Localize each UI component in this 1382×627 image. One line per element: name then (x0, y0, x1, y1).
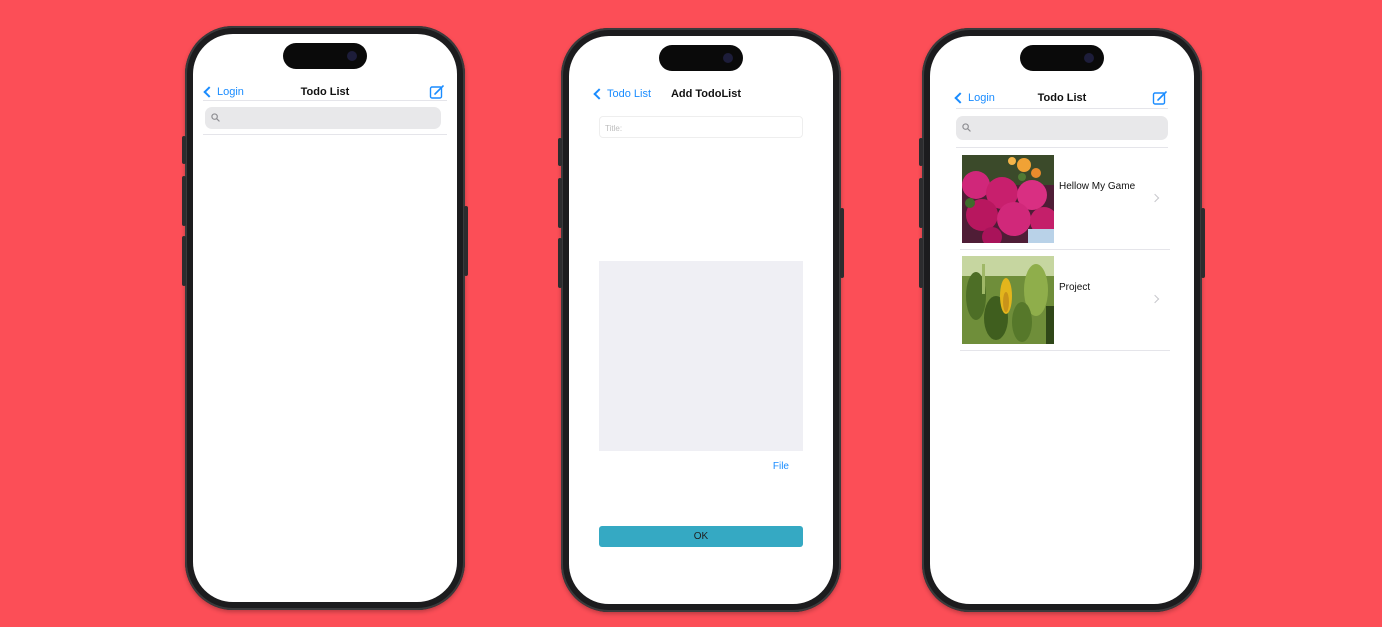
navigation-bar: Login Todo List (930, 86, 1194, 114)
image-placeholder[interactable] (599, 261, 803, 451)
list-item[interactable]: Hellow My Game (960, 149, 1170, 250)
phone-todo-list-items: Login Todo List Hellow My Game Project (919, 28, 1205, 612)
page-title: Add TodoList (670, 88, 742, 100)
list-item-label: Hellow My Game (1059, 181, 1136, 192)
search-icon (211, 113, 220, 122)
side-button (182, 176, 186, 226)
title-field[interactable]: Title: (599, 116, 803, 138)
compose-icon[interactable] (429, 84, 445, 100)
search-icon (962, 123, 971, 132)
compose-icon[interactable] (1152, 90, 1168, 106)
side-button (840, 208, 844, 278)
screen: Login Todo List (193, 34, 457, 602)
flower-photo (962, 155, 1054, 243)
navigation-bar: Todo List Add TodoList (569, 82, 833, 110)
side-button (558, 238, 562, 288)
file-button[interactable]: File (773, 461, 789, 472)
list-item-label: Project (1059, 282, 1091, 293)
navigation-bar: Login Todo List (193, 80, 457, 108)
side-button (919, 138, 923, 166)
dynamic-island (1020, 45, 1104, 71)
list-item[interactable]: Project (960, 250, 1170, 351)
side-button (1201, 208, 1205, 278)
search-input[interactable] (956, 116, 1168, 140)
side-button (182, 136, 186, 164)
phone-add-todolist: Todo List Add TodoList Title: File OK (558, 28, 844, 612)
phone-todo-list-empty: Login Todo List (182, 26, 468, 610)
page-title: Todo List (300, 86, 350, 98)
screen: Login Todo List (930, 36, 1194, 604)
side-button (919, 178, 923, 228)
side-button (558, 138, 562, 166)
side-button (919, 238, 923, 288)
plant-photo (962, 256, 1054, 344)
screen: Todo List Add TodoList Title: File OK (569, 36, 833, 604)
search-input[interactable] (205, 107, 441, 129)
chevron-right-icon (1150, 294, 1160, 304)
chevron-right-icon (1150, 193, 1160, 203)
dynamic-island (659, 45, 743, 71)
divider (956, 147, 1168, 148)
ok-button[interactable]: OK (599, 526, 803, 547)
side-button (182, 236, 186, 286)
divider (203, 100, 447, 101)
side-button (558, 178, 562, 228)
side-button (464, 206, 468, 276)
divider (203, 134, 447, 135)
divider (960, 350, 1170, 351)
divider (956, 108, 1168, 109)
dynamic-island (283, 43, 367, 69)
